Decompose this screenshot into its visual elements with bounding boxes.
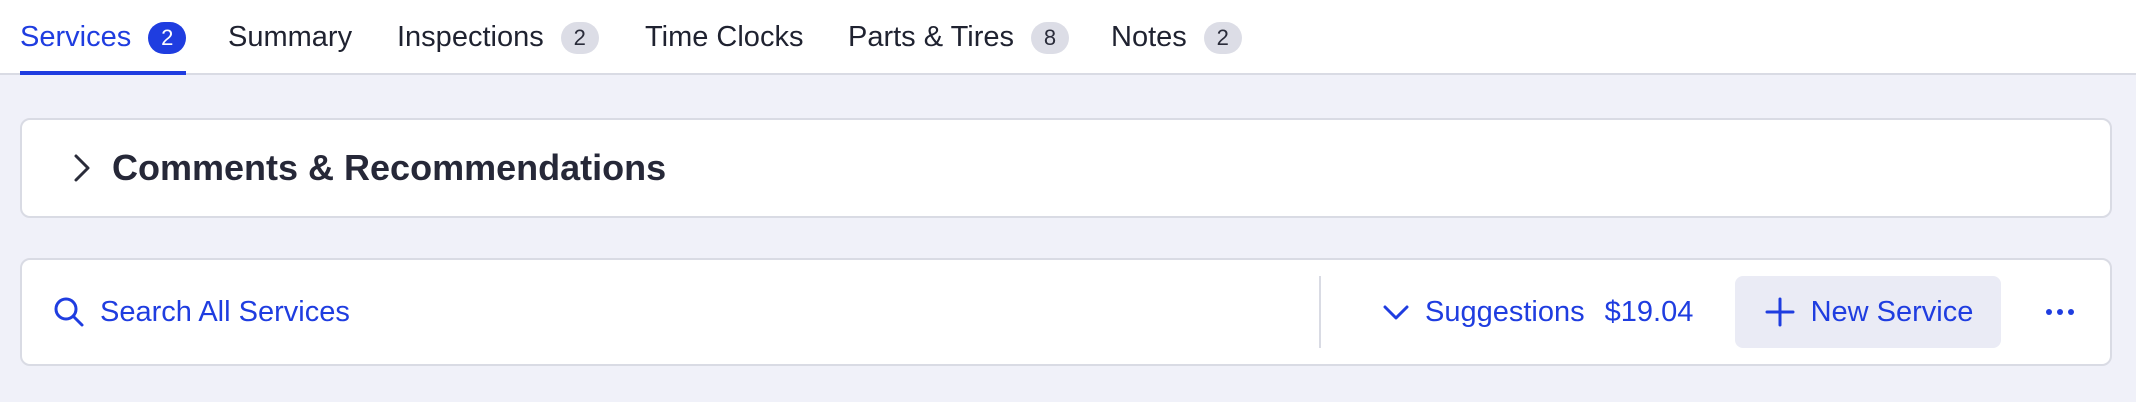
tab-summary-label: Summary (228, 21, 353, 53)
comments-recommendations-title: Comments & Recommendations (112, 147, 667, 188)
suggestions-toggle[interactable]: Suggestions $19.04 (1379, 260, 1693, 364)
services-toolbar: Search All Services Suggestions $19.04 N… (20, 258, 2112, 366)
tab-notes[interactable]: Notes 2 (1111, 0, 1242, 75)
tab-services[interactable]: Services 2 (20, 0, 187, 76)
new-service-label: New Service (1810, 295, 1974, 328)
tab-inspections-count-badge: 2 (560, 21, 599, 54)
more-horizontal-icon (2045, 303, 2075, 321)
more-options-button[interactable] (2035, 286, 2085, 338)
work-order-view: Services 2 Summary Inspections 2 Time Cl… (0, 0, 2140, 402)
tab-parts-tires-label: Parts & Tires (848, 21, 1014, 53)
tab-services-label: Services (20, 21, 132, 53)
search-services-button[interactable]: Search All Services (52, 260, 350, 364)
tab-time-clocks-label: Time Clocks (645, 21, 804, 53)
tab-parts-tires-count-badge: 8 (1031, 21, 1069, 54)
tab-services-count-badge: 2 (148, 21, 187, 54)
content-area: Comments & Recommendations Search All Se… (0, 75, 2140, 402)
search-icon (52, 295, 86, 329)
tab-inspections-label: Inspections (397, 21, 544, 53)
tab-parts-tires[interactable]: Parts & Tires 8 (848, 0, 1069, 75)
tab-inspections[interactable]: Inspections 2 (397, 0, 599, 75)
suggestions-amount: $19.04 (1604, 295, 1694, 328)
window-edge (2136, 0, 2140, 402)
tab-summary[interactable]: Summary (228, 0, 352, 75)
new-service-button[interactable]: New Service (1735, 276, 2001, 348)
suggestions-label: Suggestions (1425, 295, 1585, 328)
tab-notes-label: Notes (1111, 21, 1187, 53)
tab-bar: Services 2 Summary Inspections 2 Time Cl… (0, 0, 2140, 76)
chevron-down-icon (1379, 295, 1413, 329)
comments-recommendations-panel[interactable]: Comments & Recommendations (20, 118, 2112, 218)
tab-time-clocks[interactable]: Time Clocks (645, 0, 803, 75)
chevron-right-icon[interactable] (62, 148, 102, 188)
tab-notes-count-badge: 2 (1203, 21, 1242, 54)
plus-icon (1763, 295, 1797, 329)
search-services-label: Search All Services (100, 295, 350, 328)
toolbar-divider (1319, 276, 1321, 348)
